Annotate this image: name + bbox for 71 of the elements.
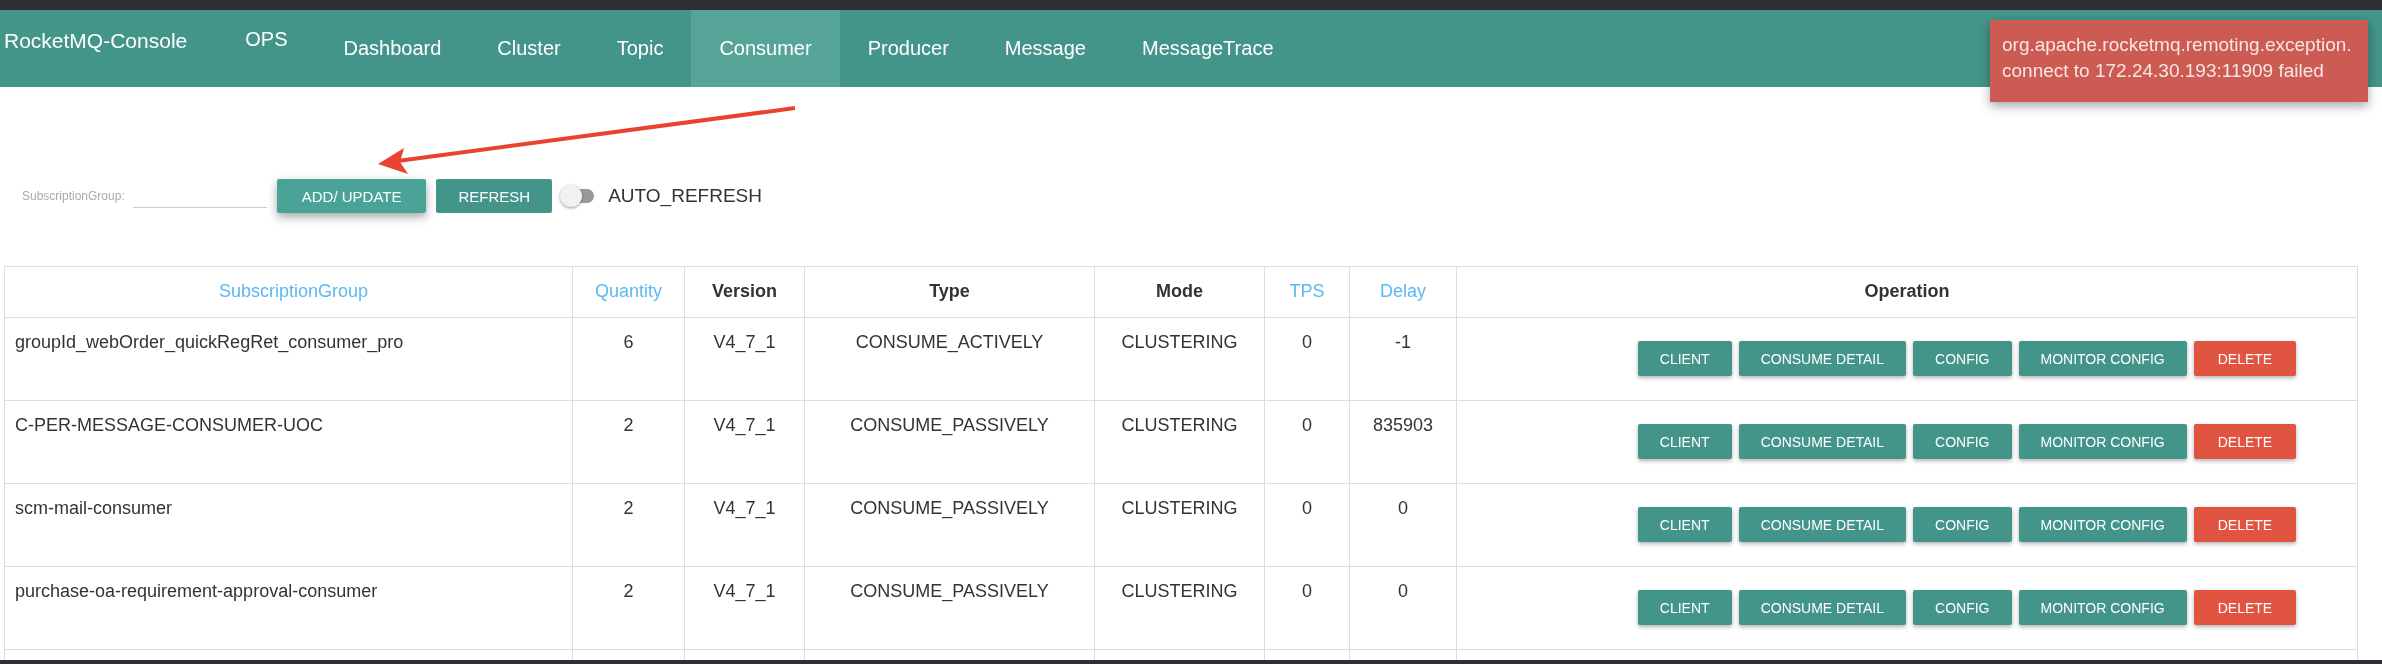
table-cell: 0 (1265, 318, 1350, 400)
column-header: Version (685, 267, 805, 317)
action-button[interactable]: CLIENT (1637, 507, 1732, 542)
table-cell: 0 (1265, 401, 1350, 483)
action-button[interactable]: CONSUME DETAIL (1738, 590, 1907, 625)
action-button[interactable]: CLIENT (1637, 424, 1732, 459)
table-cell: 0 (1265, 567, 1350, 649)
field-label: SubscriptionGroup: (22, 189, 125, 203)
brand-title[interactable]: RocketMQ-Console (0, 0, 218, 87)
action-button[interactable]: CLIENT (1637, 341, 1732, 376)
action-button[interactable]: DELETE (2193, 424, 2297, 459)
table-cell: 0 (1265, 484, 1350, 566)
table-cell: V4_7_1 (685, 567, 805, 649)
action-button[interactable]: MONITOR CONFIG (2018, 590, 2187, 625)
nav-tab[interactable]: Topic (588, 10, 692, 87)
action-button[interactable]: CONFIG (1913, 424, 2012, 459)
action-button[interactable]: DELETE (2193, 590, 2297, 625)
table-cell: CONSUME_ACTIVELY (805, 318, 1095, 400)
nav-tab[interactable]: Message (976, 10, 1114, 87)
table-cell: purchase-oa-requirement-approval-consumer (5, 567, 573, 649)
action-button[interactable]: DELETE (2193, 507, 2297, 542)
table-cell: 2 (573, 401, 685, 483)
nav-tab[interactable]: Dashboard (315, 10, 470, 87)
action-button[interactable]: CONFIG (1913, 341, 2012, 376)
column-header: Mode (1095, 267, 1265, 317)
table-cell: 2 (573, 567, 685, 649)
column-header: Type (805, 267, 1095, 317)
table-cell: CLUSTERING (1095, 401, 1265, 483)
table-cell: CONSUME_PASSIVELY (805, 401, 1095, 483)
table-cell: CLUSTERING (1095, 567, 1265, 649)
table-cell: 0 (1350, 567, 1457, 649)
table-cell: 0 (1350, 484, 1457, 566)
table-cell: V4_7_1 (685, 318, 805, 400)
table-cell: CLUSTERING (1095, 484, 1265, 566)
action-button[interactable]: CONSUME DETAIL (1738, 341, 1907, 376)
action-button[interactable]: CONFIG (1913, 507, 2012, 542)
table-cell: C-PER-MESSAGE-CONSUMER-UOC (5, 401, 573, 483)
table-cell: CONSUME_PASSIVELY (805, 567, 1095, 649)
column-header: Operation (1863, 280, 1951, 303)
action-button[interactable]: CLIENT (1637, 590, 1732, 625)
toolbar-button[interactable]: REFRESH (436, 179, 553, 213)
table-cell: V4_7_1 (685, 484, 805, 566)
error-message: org.apache.rocketmq.remoting.exception. (2002, 34, 2352, 56)
column-header[interactable]: Delay (1350, 267, 1457, 317)
nav-tab[interactable]: Cluster (469, 10, 589, 87)
table-cell: 2 (573, 484, 685, 566)
table-cell: groupId_webOrder_quickRegRet_consumer_pro (5, 318, 573, 400)
toggle-label: AUTO_REFRESH (608, 185, 762, 207)
action-button[interactable]: DELETE (2193, 341, 2297, 376)
nav-tab[interactable]: MessageTrace (1113, 10, 1302, 87)
nav-tab[interactable]: Producer (839, 10, 977, 87)
table-cell: -1 (1350, 318, 1457, 400)
action-button[interactable]: MONITOR CONFIG (2018, 424, 2187, 459)
action-button[interactable]: CONSUME DETAIL (1738, 507, 1907, 542)
column-header[interactable]: Quantity (573, 267, 685, 317)
action-button[interactable]: CONSUME DETAIL (1738, 424, 1907, 459)
column-header[interactable]: SubscriptionGroup (5, 267, 573, 317)
table-cell: CLUSTERING (1095, 318, 1265, 400)
table-cell: V4_7_1 (685, 401, 805, 483)
table-cell: CONSUME_PASSIVELY (805, 484, 1095, 566)
toolbar-button[interactable]: ADD/ UPDATE (276, 179, 427, 213)
action-button[interactable]: CONFIG (1913, 590, 2012, 625)
action-button[interactable]: MONITOR CONFIG (2018, 341, 2187, 376)
table-cell: scm-mail-consumer (5, 484, 573, 566)
nav-tab[interactable]: Consumer (691, 10, 840, 87)
table-cell: 6 (573, 318, 685, 400)
action-button[interactable]: MONITOR CONFIG (2018, 507, 2187, 542)
column-header[interactable]: TPS (1265, 267, 1350, 317)
table-cell: 835903 (1350, 401, 1457, 483)
nav-tab[interactable]: OPS (217, 10, 316, 87)
error-message: connect to 172.24.30.193:11909 failed (2002, 60, 2324, 82)
